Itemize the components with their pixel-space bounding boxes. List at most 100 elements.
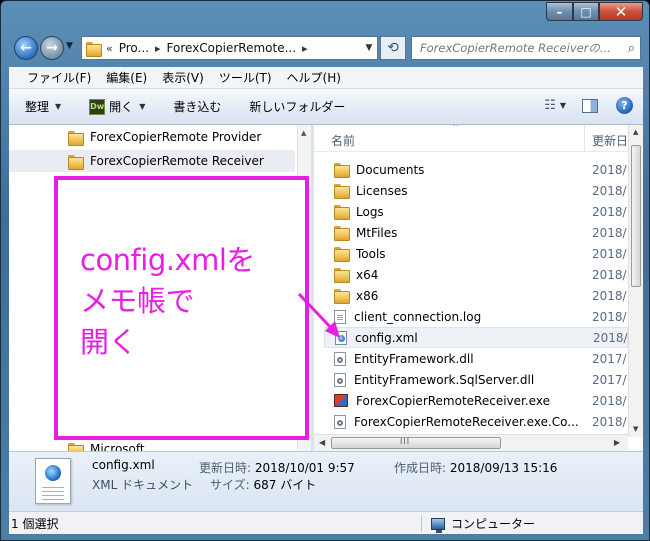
folder-icon (334, 247, 350, 262)
selection-count: 1 個選択 (11, 516, 59, 531)
column-date-header[interactable]: 更新日 (592, 132, 628, 149)
chevron-right-icon[interactable]: ▸ (302, 42, 308, 55)
close-button[interactable]: ✕ (599, 2, 643, 21)
recent-pages-dropdown[interactable]: ▼ (66, 41, 73, 51)
details-file-name: config.xml (92, 458, 155, 472)
scroll-right-icon[interactable]: ▶ (614, 438, 620, 447)
scrollbar-thumb[interactable]: III (331, 437, 501, 449)
forward-button[interactable]: → (40, 36, 64, 60)
column-divider[interactable] (584, 125, 585, 151)
arrow-right-icon: → (46, 40, 58, 56)
address-bar[interactable]: « Pro... ▸ ForexCopierRemote... ▸ ▼ (81, 36, 378, 60)
file-name: client_connection.log (354, 309, 482, 324)
file-row[interactable]: x64 2018/ (324, 264, 628, 285)
scrollbar-grip: III (400, 437, 411, 446)
breadcrumb-item[interactable]: Pro... (119, 41, 149, 55)
menu-tools[interactable]: ツール(T) (219, 69, 272, 86)
view-controls: ☷ ▼ ? (544, 97, 633, 114)
file-row[interactable]: Tools 2018/ (324, 243, 628, 264)
file-name: EntityFramework.dll (354, 351, 474, 366)
file-row[interactable]: client_connection.log 2018/ (324, 306, 628, 327)
refresh-button[interactable]: ⟲ (380, 36, 406, 60)
nav-item-folder[interactable]: ForexCopierRemote Provider (9, 126, 295, 148)
file-row[interactable]: ForexCopierRemoteReceiver.exe 2018/ (324, 390, 628, 411)
modified-value: 2018/10/01 9:57 (254, 461, 355, 475)
details-file-type: XML ドキュメント (92, 478, 194, 492)
folder-icon (334, 163, 350, 178)
chevron-down-icon[interactable]: ▼ (139, 102, 145, 111)
vertical-scrollbar[interactable]: ▲ ▼ (628, 125, 643, 437)
address-dropdown[interactable]: ▼ (361, 43, 377, 53)
search-input[interactable] (420, 41, 616, 55)
open-label: 開く (109, 100, 134, 114)
back-button[interactable]: ← (14, 36, 38, 60)
file-row[interactable]: EntityFramework.SqlServer.dll 2017/ (324, 369, 628, 390)
file-row[interactable]: MtFiles 2018/ (324, 222, 628, 243)
menu-help[interactable]: ヘルプ(H) (287, 69, 341, 86)
details-size: サイズ: 687 バイト (210, 476, 316, 493)
arrow-left-icon: ← (20, 40, 32, 56)
menu-view[interactable]: 表示(V) (162, 69, 204, 86)
preview-pane-icon[interactable] (582, 98, 598, 113)
nav-item-folder-selected[interactable]: ForexCopierRemote Receiver (9, 150, 295, 172)
organize-button[interactable]: 整理 ▼ (25, 98, 61, 115)
size-value: 687 バイト (253, 478, 317, 492)
folder-icon (68, 154, 84, 170)
scroll-left-icon[interactable]: ◀ (319, 438, 325, 447)
column-name-header[interactable]: 名前 (331, 132, 355, 149)
minimize-button[interactable]: – (546, 2, 573, 21)
scrollbar-thumb[interactable] (631, 145, 641, 287)
file-row[interactable]: Licenses 2018/ (324, 180, 628, 201)
chevron-right-icon[interactable]: ▸ (155, 42, 161, 55)
breadcrumb-overflow[interactable]: « (106, 42, 113, 55)
search-box[interactable]: ⌕ (411, 36, 641, 60)
menu-file[interactable]: ファイル(F) (27, 69, 91, 86)
scroll-up-icon[interactable]: ▲ (633, 128, 638, 136)
burn-button[interactable]: 書き込む (173, 98, 221, 115)
details-modified: 更新日時: 2018/10/01 9:57 (199, 459, 355, 476)
file-date: 2018/ (592, 183, 627, 198)
status-bar: 1 個選択 コンピューター (9, 511, 643, 534)
file-date: 2018/ (592, 204, 627, 219)
scroll-up-icon[interactable]: ▲ (301, 129, 306, 137)
open-button[interactable]: Dw 開く ▼ (89, 98, 145, 115)
file-name: config.xml (355, 330, 418, 345)
breadcrumb-item[interactable]: ForexCopierRemote... (167, 41, 297, 55)
file-row[interactable]: Documents 2018/ (324, 159, 628, 180)
view-options-icon[interactable]: ☷ (544, 98, 556, 113)
folder-icon (68, 442, 84, 451)
file-row-selected[interactable]: config.xml 2018/ (324, 327, 628, 348)
file-row[interactable]: EntityFramework.dll 2017/ (324, 348, 628, 369)
folder-icon (334, 268, 350, 283)
file-date: 2018/ (592, 414, 627, 429)
status-divider (421, 515, 422, 532)
refresh-icon: ⟲ (387, 40, 399, 56)
menu-edit[interactable]: 編集(E) (106, 69, 147, 86)
maximize-button[interactable]: □ (573, 2, 599, 21)
sort-ascending-icon: ^ (452, 125, 460, 133)
size-label: サイズ: (210, 478, 250, 492)
folder-icon (68, 130, 84, 146)
file-date: 2018/ (592, 246, 627, 261)
file-date: 2017/ (592, 351, 627, 366)
created-value: 2018/09/13 15:16 (449, 461, 558, 475)
folder-icon (86, 41, 102, 57)
chevron-down-icon[interactable]: ▼ (560, 101, 566, 110)
nav-item-label: ForexCopierRemote Provider (90, 130, 262, 144)
file-date: 2017/ (592, 372, 627, 387)
new-folder-button[interactable]: 新しいフォルダー (249, 98, 345, 115)
location-label: コンピューター (451, 517, 536, 531)
file-row[interactable]: ForexCopierRemoteReceiver.exe.Co... 2018/ (324, 411, 628, 432)
file-date: 2018/ (592, 309, 627, 324)
chevron-down-icon: ▼ (55, 102, 62, 111)
file-row[interactable]: Logs 2018/ (324, 201, 628, 222)
help-icon[interactable]: ? (616, 97, 633, 114)
search-icon[interactable]: ⌕ (628, 41, 635, 56)
horizontal-scrollbar[interactable]: ◀ III ▶ (314, 434, 628, 451)
scroll-down-icon[interactable]: ▼ (633, 425, 638, 433)
caption-buttons: – □ ✕ (546, 2, 643, 21)
file-row[interactable]: x86 2018/ (324, 285, 628, 306)
command-bar: 整理 ▼ Dw 開く ▼ 書き込む 新しいフォルダー ☷ ▼ ? (9, 89, 643, 125)
file-date: 2018/ (593, 330, 628, 345)
file-name: ForexCopierRemoteReceiver.exe.Co... (354, 414, 579, 429)
